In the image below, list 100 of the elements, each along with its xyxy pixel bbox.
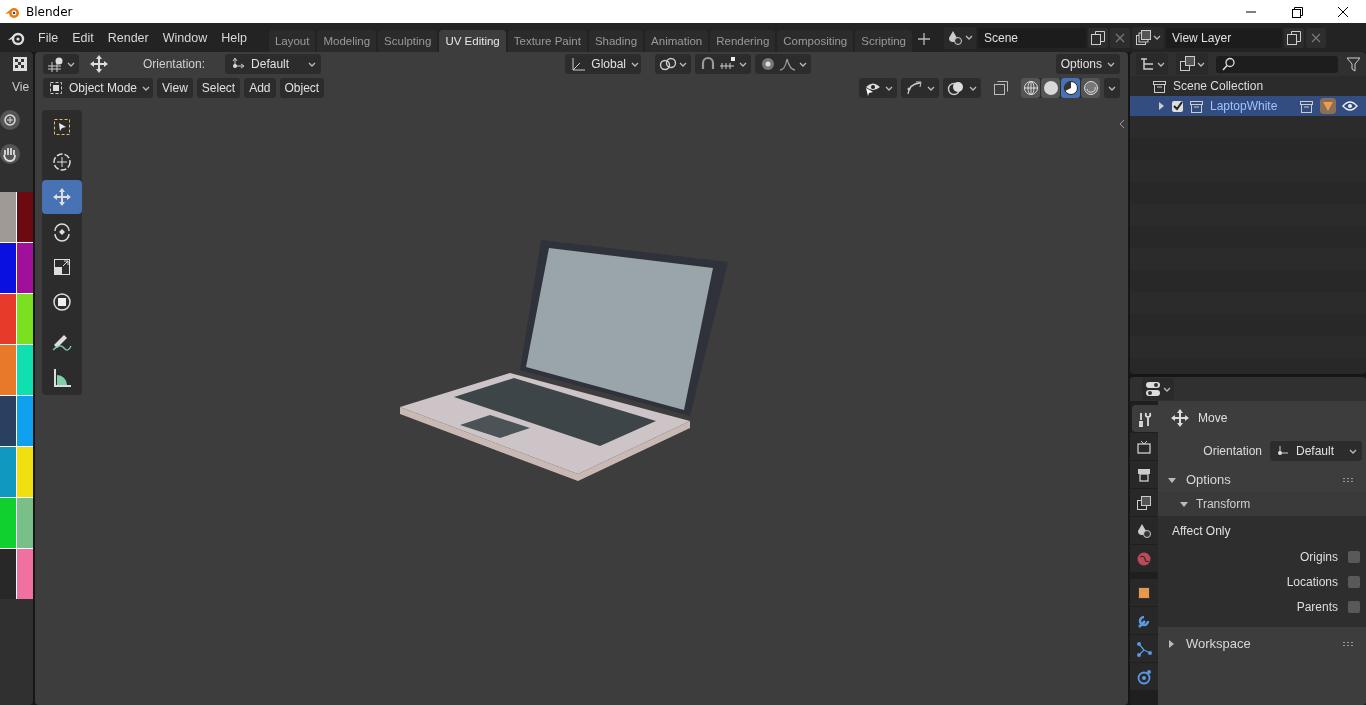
color-swatch[interactable] (0, 294, 16, 344)
view-layer-field[interactable]: View Layer (1166, 27, 1282, 48)
workspace-tab[interactable]: Scripting (855, 30, 912, 52)
search-field[interactable] (1216, 55, 1338, 73)
color-swatch[interactable] (17, 549, 33, 599)
color-swatch[interactable] (0, 498, 16, 548)
properties-tab[interactable] (1130, 461, 1158, 488)
workspace-tab[interactable]: UV Editing (439, 30, 506, 52)
snap-toggle[interactable] (695, 54, 752, 74)
color-swatch[interactable] (17, 498, 33, 548)
properties-tab[interactable] (1130, 607, 1158, 634)
display-mode-button[interactable] (1176, 53, 1208, 75)
material-sphere-icon (1061, 79, 1080, 97)
stacked-images-menu-button[interactable] (1132, 26, 1164, 49)
color-swatch[interactable] (0, 192, 16, 242)
copy-icon[interactable] (1088, 27, 1108, 48)
menu-item[interactable]: File (32, 26, 67, 49)
gizmo-dropdown[interactable] (901, 78, 939, 98)
close-icon[interactable] (1110, 27, 1130, 48)
properties-tab[interactable] (1130, 489, 1158, 516)
shading-mode-button[interactable] (1081, 78, 1100, 98)
pivot-dropdown[interactable] (655, 54, 692, 74)
physics-icon (1136, 668, 1152, 685)
eye-icon[interactable] (1342, 100, 1358, 112)
menu-item[interactable]: Select (196, 78, 241, 98)
workspace-tab[interactable]: Rendering (710, 30, 776, 52)
proportional-edit-toggle[interactable] (755, 54, 812, 74)
menu-item[interactable]: Add (244, 78, 276, 98)
menu-item[interactable]: Object (279, 78, 325, 98)
chevron-icon (1107, 60, 1115, 68)
color-swatch[interactable] (17, 243, 33, 293)
overlay-dropdown[interactable] (943, 78, 981, 98)
filter-icon[interactable] (1346, 56, 1360, 72)
color-swatch[interactable] (0, 549, 16, 599)
view-layer-icon (1136, 494, 1152, 511)
outliner-row[interactable]: LaptopWhite (1130, 96, 1366, 116)
color-swatch[interactable] (17, 447, 33, 497)
color-swatch[interactable] (17, 294, 33, 344)
color-swatch[interactable] (17, 396, 33, 446)
checkbox[interactable] (1348, 575, 1360, 588)
color-swatch[interactable] (0, 396, 16, 446)
options-dropdown[interactable]: Options (1055, 54, 1120, 74)
search-icon (1222, 57, 1236, 71)
shading-mode-button[interactable] (1061, 78, 1080, 98)
workspace-tab[interactable]: Modeling (317, 30, 377, 52)
properties-tab[interactable] (1130, 517, 1158, 544)
properties-tab[interactable] (1130, 635, 1158, 662)
menu-item[interactable]: Edit (66, 26, 102, 49)
orientation-dropdown[interactable]: Default (1270, 441, 1362, 461)
workspace-tab[interactable]: Compositing (777, 30, 854, 52)
editor-type-button[interactable] (1142, 378, 1174, 400)
color-swatch[interactable] (0, 447, 16, 497)
visibility-dropdown[interactable] (859, 78, 897, 98)
particles-icon (1136, 640, 1152, 657)
world-icon (1136, 550, 1152, 567)
properties-tab[interactable] (1130, 433, 1158, 460)
checkerboard-icon[interactable] (12, 56, 28, 72)
xray-toggle-icon[interactable] (991, 78, 1011, 98)
scene-field[interactable]: Scene (978, 27, 1086, 48)
properties-tab[interactable] (1132, 405, 1158, 432)
transform-orientation-dropdown[interactable]: Global (565, 54, 642, 74)
cursor-grid-icon (47, 56, 65, 72)
workspace-tab[interactable]: Animation (645, 30, 709, 52)
checkbox[interactable] (1172, 100, 1183, 112)
color-swatch[interactable] (17, 192, 33, 242)
checkbox[interactable] (1348, 550, 1360, 563)
color-swatch[interactable] (0, 243, 16, 293)
expand-arrow-icon[interactable] (1158, 102, 1166, 110)
menu-item[interactable]: Render (101, 26, 157, 49)
list-tree-icon (1139, 56, 1155, 72)
chevron-icon (679, 60, 688, 68)
drop-and-circle-icon (947, 29, 963, 46)
collection-icon[interactable] (1299, 98, 1314, 114)
mode-dropdown[interactable]: Object Mode (43, 78, 153, 98)
copy-icon[interactable] (1284, 27, 1304, 48)
shading-options-dropdown[interactable] (1104, 78, 1120, 98)
tool-settings-button[interactable] (43, 54, 79, 74)
cursor-tool-icon (50, 150, 74, 174)
workspace-tab[interactable]: Texture Paint (507, 30, 587, 52)
menu-item[interactable]: Help (215, 26, 255, 49)
shading-mode-button[interactable] (1021, 78, 1040, 98)
render-cone-icon[interactable] (1320, 98, 1336, 114)
object-icon (1136, 584, 1152, 601)
editor-type-button[interactable] (1136, 53, 1168, 75)
workspace-tab[interactable]: Layout (268, 30, 316, 52)
workspace-tab[interactable]: Sculpting (378, 30, 438, 52)
color-swatch[interactable] (17, 345, 33, 395)
drop-and-circle-menu-button[interactable] (944, 26, 976, 49)
close-icon[interactable] (1306, 27, 1326, 48)
checkbox[interactable] (1348, 600, 1360, 613)
orientation-dropdown[interactable]: Default (225, 54, 322, 74)
properties-tab[interactable] (1130, 663, 1158, 690)
move-icon (89, 54, 109, 74)
shading-mode-button[interactable] (1041, 78, 1060, 98)
color-swatch[interactable] (0, 345, 16, 395)
properties-tab[interactable] (1130, 579, 1158, 606)
workspace-tab[interactable]: Shading (588, 30, 644, 52)
view-menu[interactable]: Vie (0, 76, 33, 98)
menu-item[interactable]: Window (156, 26, 216, 49)
menu-item[interactable]: View (157, 78, 193, 98)
